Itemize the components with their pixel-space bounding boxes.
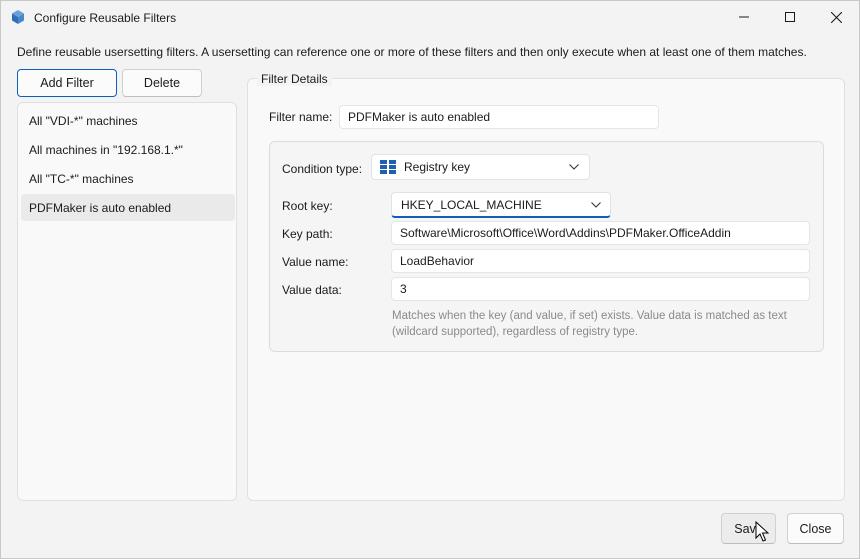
filter-name-label: Filter name:	[269, 110, 333, 124]
title-bar[interactable]: Configure Reusable Filters	[1, 1, 859, 34]
condition-box: Condition type: Registry key Root key: H…	[269, 141, 824, 352]
value-name-input[interactable]: LoadBehavior	[391, 249, 810, 273]
root-key-dropdown[interactable]: HKEY_LOCAL_MACHINE	[391, 192, 611, 218]
close-button[interactable]: Close	[787, 513, 844, 544]
key-path-label: Key path:	[282, 227, 333, 241]
filter-list-item[interactable]: All "TC-*" machines	[21, 165, 235, 192]
filter-name-input[interactable]: PDFMaker is auto enabled	[339, 105, 659, 129]
filter-list: All "VDI-*" machines All machines in "19…	[17, 102, 237, 501]
app-cube-icon	[12, 10, 24, 24]
value-data-input[interactable]: 3	[391, 277, 810, 301]
minimize-icon	[739, 16, 749, 18]
filter-list-item[interactable]: All machines in "192.168.1.*"	[21, 136, 235, 163]
registry-icon	[380, 160, 396, 174]
window-description: Define reusable usersetting filters. A u…	[17, 45, 807, 59]
condition-hint-line-2: (wildcard supported), regardless of regi…	[392, 326, 639, 338]
filter-details-group: Filter Details Filter name: PDFMaker is …	[247, 72, 845, 501]
delete-filter-button[interactable]: Delete	[122, 69, 202, 97]
mouse-pointer-icon	[755, 521, 769, 542]
condition-type-dropdown[interactable]: Registry key	[371, 154, 590, 180]
filter-list-item[interactable]: All "VDI-*" machines	[21, 107, 235, 134]
chevron-down-icon	[591, 202, 601, 208]
key-path-input[interactable]: Software\Microsoft\Office\Word\Addins\PD…	[391, 221, 810, 245]
close-window-button[interactable]	[813, 1, 859, 33]
maximize-icon	[785, 12, 795, 22]
root-key-value: HKEY_LOCAL_MACHINE	[401, 197, 542, 212]
value-name-label: Value name:	[282, 255, 349, 269]
close-icon	[830, 11, 842, 23]
filter-details-title: Filter Details	[257, 72, 332, 86]
configure-filters-window: Configure Reusable Filters Define reusab…	[0, 0, 860, 559]
filter-list-item-selected[interactable]: PDFMaker is auto enabled	[21, 194, 235, 221]
window-title: Configure Reusable Filters	[34, 11, 177, 25]
condition-type-value: Registry key	[404, 160, 471, 174]
chevron-down-icon	[569, 164, 579, 170]
minimize-button[interactable]	[721, 1, 767, 33]
root-key-label: Root key:	[282, 199, 333, 213]
condition-type-label: Condition type:	[282, 162, 363, 176]
maximize-button[interactable]	[767, 1, 813, 33]
value-data-label: Value data:	[282, 283, 342, 297]
add-filter-button[interactable]: Add Filter	[17, 69, 117, 97]
condition-hint-line-1: Matches when the key (and value, if set)…	[392, 310, 787, 322]
